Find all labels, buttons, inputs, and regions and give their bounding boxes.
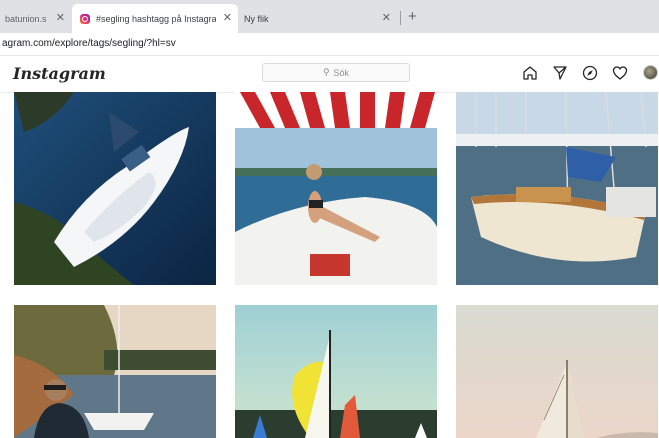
search-icon: ⚲: [322, 67, 330, 77]
instagram-favicon-icon: [80, 13, 90, 24]
post-thumbnail[interactable]: [456, 92, 658, 285]
close-tab-icon[interactable]: ✕: [56, 11, 65, 24]
url-text[interactable]: agram.com/explore/tags/segling/?hl=sv: [2, 38, 176, 49]
tab-ny-flik[interactable]: Ny flik ✕: [238, 4, 401, 33]
address-bar[interactable]: agram.com/explore/tags/segling/?hl=sv: [0, 33, 659, 56]
home-icon[interactable]: [522, 65, 538, 81]
instagram-header: Instagram ⚲ Sök: [0, 56, 659, 93]
search-placeholder: Sök: [333, 67, 350, 78]
tab-label: Ny flik: [244, 13, 269, 24]
post-thumbnail[interactable]: [14, 92, 216, 285]
tab-separator: [400, 11, 401, 25]
search-input[interactable]: ⚲ Sök: [262, 63, 410, 82]
instagram-logo[interactable]: Instagram: [13, 64, 106, 83]
tab-segling-hashtag[interactable]: #segling hashtagg på Instagram ✕: [72, 4, 238, 33]
tab-label: #segling hashtagg på Instagram: [96, 13, 216, 24]
close-tab-icon[interactable]: ✕: [223, 11, 232, 24]
direct-message-icon[interactable]: [552, 65, 568, 81]
close-tab-icon[interactable]: ✕: [382, 11, 391, 24]
tab-batunion[interactable]: batunion.s ✕: [0, 4, 71, 33]
explore-compass-icon[interactable]: [582, 65, 598, 81]
tab-label: batunion.s: [5, 13, 47, 24]
post-thumbnail[interactable]: [235, 92, 437, 285]
new-tab-plus-icon[interactable]: +: [408, 8, 417, 25]
browser-tab-strip: batunion.s ✕ #segling hashtagg på Instag…: [0, 0, 659, 33]
post-thumbnail[interactable]: [456, 305, 658, 438]
avatar[interactable]: [643, 65, 658, 80]
post-thumbnail[interactable]: [235, 305, 437, 438]
heart-icon[interactable]: [612, 65, 628, 81]
post-thumbnail[interactable]: [14, 305, 216, 438]
